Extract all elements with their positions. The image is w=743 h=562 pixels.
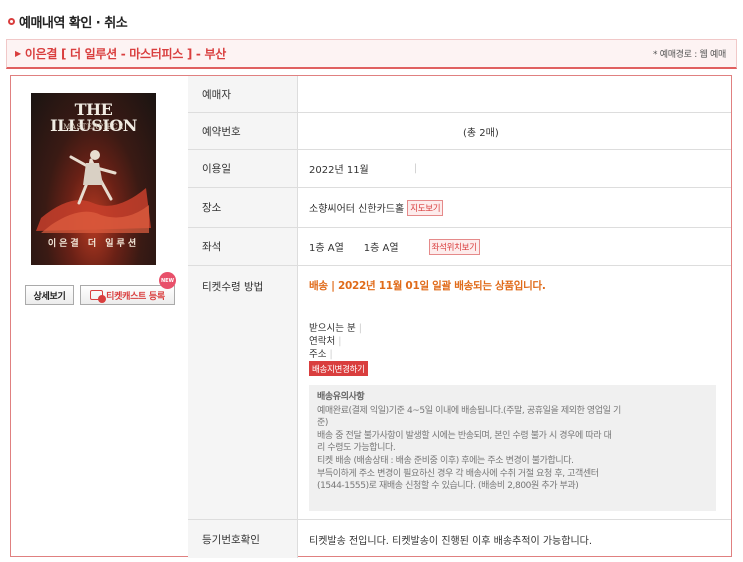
ticket-method-row: 티켓수령 방법 배송 | 2022년 11월 01일 일괄 배송되는 상품입니다…	[188, 266, 731, 520]
reservation-detail-box: THE ILLUSION MASTERPIECE 이은결 더 일루션 상세보기 …	[10, 75, 732, 558]
date-value: 2022년 11월	[309, 165, 369, 176]
venue-label: 장소	[188, 188, 298, 227]
address-label: 주소	[309, 349, 327, 360]
buyer-label: 예매자	[188, 76, 298, 112]
poster-image: THE ILLUSION MASTERPIECE 이은결 더 일루션	[31, 93, 156, 265]
poster-figure-graphic	[36, 150, 151, 233]
divider: |	[413, 163, 418, 174]
delivery-headline: 배송 | 2022년 11월 01일 일괄 배송되는 상품입니다.	[309, 280, 546, 292]
registered-number-row: 등기번호확인 티켓발송 전입니다. 티켓발송이 진행된 이후 배송추적이 가능합…	[188, 520, 731, 558]
poster-performer-name: 이은결 더 일루션	[47, 239, 140, 249]
notice-line: 티켓 배송 (배송상태 : 배송 준비중 이후) 후에는 주소 변경이 불가합니…	[317, 455, 574, 466]
delivery-notice-box: 배송유의사항 예매완료(결제 익일)기준 4~5일 이내에 배송됩니다.(주말,…	[309, 385, 716, 511]
booking-route: * 예매경로 : 웹 예매	[652, 50, 726, 60]
reservation-number-value: (총 2매)	[298, 113, 731, 149]
venue-value-cell: 소향씨어터 신한카드홀 지도보기	[298, 188, 731, 227]
seat-2: 1층 A열	[363, 243, 399, 254]
buyer-value	[298, 76, 731, 112]
seat-label: 좌석	[188, 228, 298, 265]
new-badge: NEW	[159, 272, 176, 289]
divider: |	[329, 349, 333, 360]
seat-map-button[interactable]: 좌석위치보기	[428, 238, 480, 255]
date-row: 이용일 2022년 11월 |	[188, 150, 731, 188]
seat-row: 좌석 1층 A열 1층 A열 좌석위치보기	[188, 228, 731, 266]
change-address-button[interactable]: 배송지변경하기	[309, 361, 368, 376]
caret-right-icon: ▶	[15, 49, 21, 58]
registered-number-value: 티켓발송 전입니다. 티켓발송이 진행된 이후 배송추적이 가능합니다.	[309, 535, 593, 547]
ticketcast-icon	[90, 290, 107, 303]
address-line: 주소 |	[309, 346, 333, 360]
bullet-icon	[8, 17, 15, 25]
performance-title: 이은결 [ 더 일루션 - 마스터피스 ] - 부산	[24, 47, 226, 61]
section-title: 예매내역 확인 · 취소	[8, 12, 128, 31]
performance-title-bar: ▶ 이은결 [ 더 일루션 - 마스터피스 ] - 부산 * 예매경로 : 웹 …	[6, 39, 737, 69]
notice-line: 배송 중 전달 불가사항이 발생할 시에는 반송되며, 본인 수령 불가 시 경…	[317, 430, 612, 441]
map-button[interactable]: 지도보기	[407, 199, 444, 216]
notice-line: 준)	[317, 418, 328, 429]
ticketcast-label: 티켓캐스트 등록	[106, 291, 165, 302]
notice-line: (1544-1555)로 재배송 신청할 수 있습니다. (배송비 2,800원…	[317, 481, 579, 492]
registered-number-label: 등기번호확인	[188, 520, 298, 558]
detail-view-label: 상세보기	[33, 291, 66, 302]
venue-row: 장소 소향씨어터 신한카드홀 지도보기	[188, 188, 731, 228]
date-label: 이용일	[188, 150, 298, 187]
ticketcast-register-button[interactable]: 티켓캐스트 등록	[80, 285, 175, 305]
detail-view-button[interactable]: 상세보기	[25, 285, 74, 305]
seat-1: 1층 A열	[309, 243, 344, 254]
section-title-text: 예매내역 확인 · 취소	[19, 15, 128, 31]
notice-line: 부득이하게 주소 변경이 필요하신 경우 각 배송사에 수취 거절 요청 후, …	[317, 468, 599, 479]
divider: |	[338, 336, 342, 347]
seat-value-cell: 1층 A열 1층 A열 좌석위치보기	[298, 228, 731, 265]
divider: |	[358, 323, 362, 334]
ticket-method-label: 티켓수령 방법	[188, 266, 298, 519]
buyer-row: 예매자	[188, 76, 731, 113]
date-value-cell: 2022년 11월 |	[298, 150, 731, 187]
notice-title: 배송유의사항	[317, 392, 365, 402]
ticket-count: (총 2매)	[463, 127, 499, 139]
venue-value: 소향씨어터 신한카드홀	[309, 204, 405, 215]
notice-line: 예매완료(결제 익일)기준 4~5일 이내에 배송됩니다.(주말, 공휴일을 제…	[317, 405, 621, 416]
reservation-number-row: 예약번호 (총 2매)	[188, 113, 731, 150]
reservation-number-label: 예약번호	[188, 113, 298, 149]
notice-line: 리 수령도 가능합니다.	[317, 443, 396, 454]
contact-line: 연락처 |	[309, 333, 341, 347]
recipient-line: 받으시는 분 |	[309, 320, 362, 334]
poster-subtitle: MASTERPIECE	[63, 123, 124, 131]
